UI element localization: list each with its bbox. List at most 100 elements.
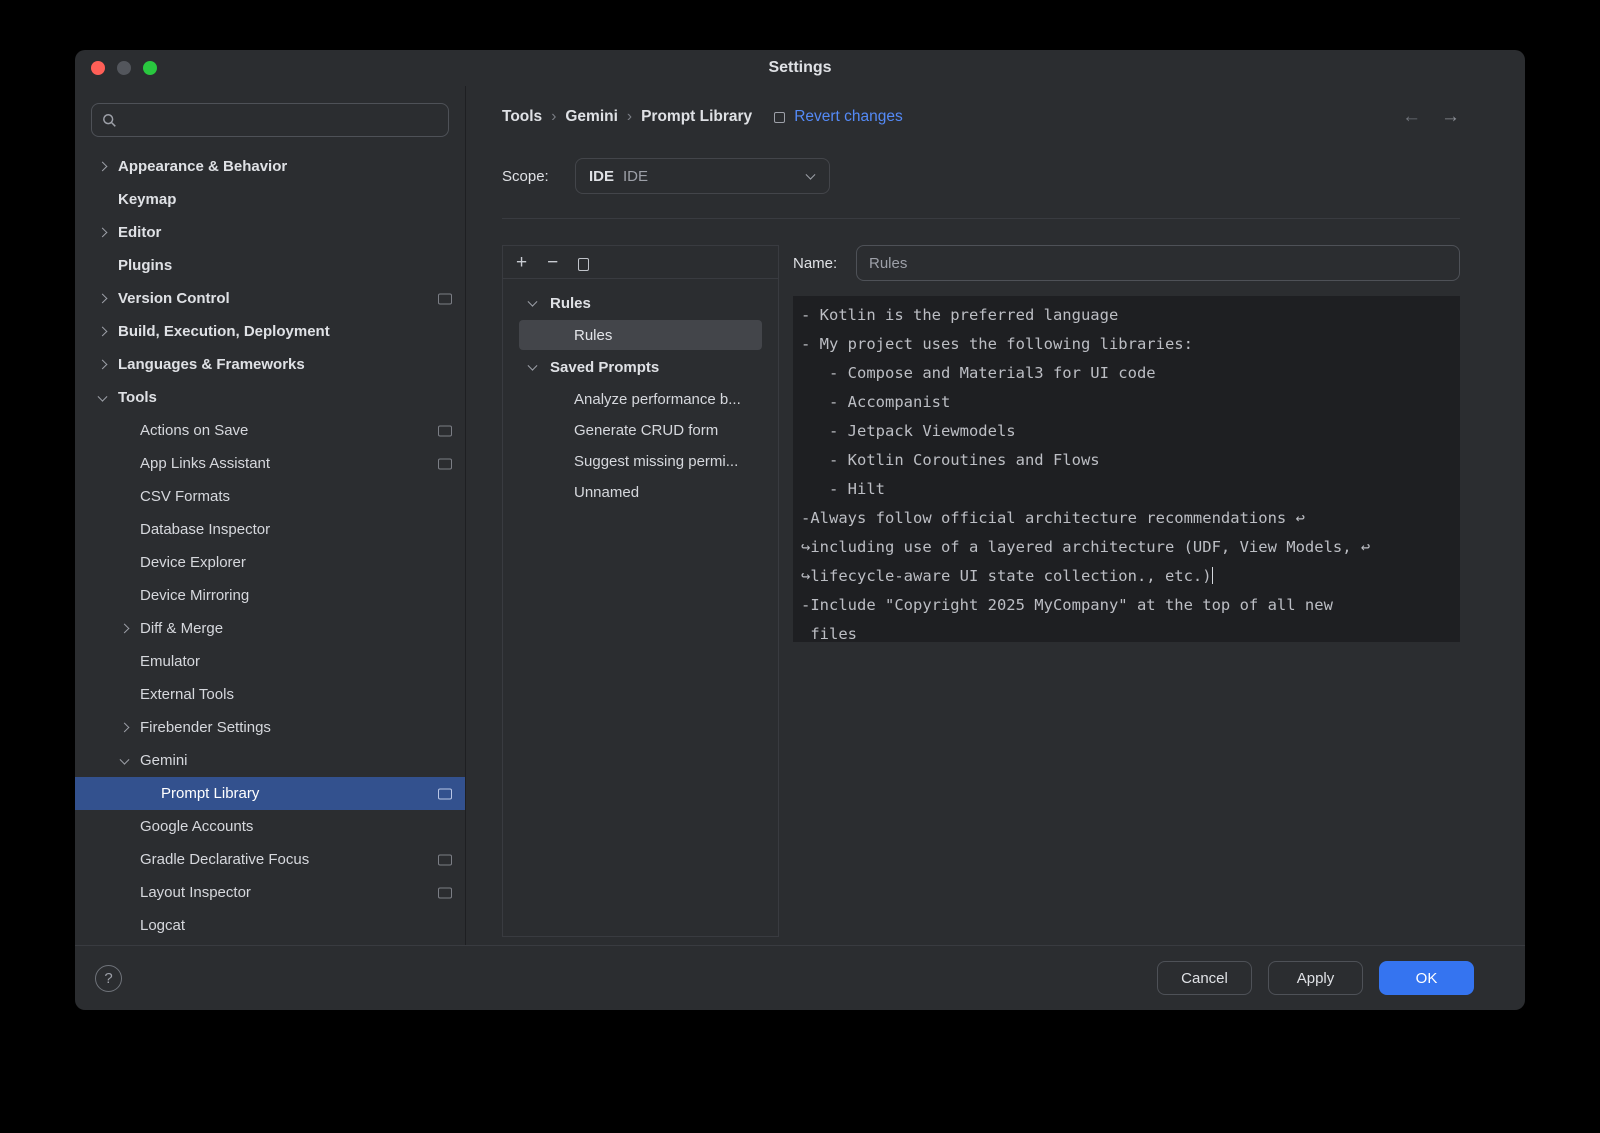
sidebar-item-label: Google Accounts [140,818,253,835]
apply-button[interactable]: Apply [1268,961,1363,995]
sidebar-item-device-explorer[interactable]: Device Explorer [75,546,465,579]
settings-window: Settings Appearance & Behavior Keymap Ed… [75,50,1525,1010]
main-panel: Tools › Gemini › Prompt Library Revert c… [466,86,1525,945]
divider [502,218,1460,219]
chevron-right-icon[interactable] [120,623,130,633]
prompt-text-editor[interactable]: - Kotlin is the preferred language - My … [793,296,1460,642]
ide-scope-icon [438,887,452,898]
prompt-item-suggest-missing-permissions[interactable]: Suggest missing permi... [519,446,762,476]
sidebar-item-languages-frameworks[interactable]: Languages & Frameworks [75,348,465,381]
sidebar-item-appearance-behavior[interactable]: Appearance & Behavior [75,150,465,183]
back-arrow-icon[interactable]: ← [1402,106,1421,128]
editor-line: files [801,620,1452,642]
traffic-lights [91,61,157,75]
chevron-right-icon[interactable] [120,722,130,732]
footer-buttons: Cancel Apply OK [1157,961,1474,995]
sidebar-item-csv-formats[interactable]: CSV Formats [75,480,465,513]
editor-line-text: - Kotlin Coroutines and Flows [801,451,1100,469]
sidebar-item-label: Build, Execution, Deployment [118,323,330,340]
prompt-item-label: Unnamed [574,484,639,501]
chevron-right-icon[interactable] [98,293,108,303]
prompt-item-label: Rules [574,327,612,344]
forward-arrow-icon[interactable]: → [1441,106,1460,128]
sidebar-item-device-mirroring[interactable]: Device Mirroring [75,579,465,612]
sidebar-item-firebender-settings[interactable]: Firebender Settings [75,711,465,744]
cancel-button[interactable]: Cancel [1157,961,1252,995]
chevron-right-icon[interactable] [98,326,108,336]
prompt-item-label: Generate CRUD form [574,422,718,439]
scope-dropdown[interactable]: IDE IDE [575,158,830,194]
zoom-window-button[interactable] [143,61,157,75]
chevron-right-icon[interactable] [98,359,108,369]
breadcrumb-item-prompt-library[interactable]: Prompt Library [641,108,752,126]
chevron-right-icon[interactable] [98,227,108,237]
search-input[interactable] [124,112,438,128]
prompt-item-generate-crud-form[interactable]: Generate CRUD form [519,415,762,445]
add-icon[interactable]: + [516,253,527,272]
sidebar-item-version-control[interactable]: Version Control [75,282,465,315]
editor-line: - Jetpack Viewmodels [801,417,1452,446]
close-window-button[interactable] [91,61,105,75]
sidebar-item-build-execution-deployment[interactable]: Build, Execution, Deployment [75,315,465,348]
prompt-item-analyze-performance[interactable]: Analyze performance b... [519,384,762,414]
revert-changes-link[interactable]: Revert changes [774,108,903,126]
sidebar-item-keymap[interactable]: Keymap [75,183,465,216]
sidebar-item-label: Editor [118,224,161,241]
editor-line: - Accompanist [801,388,1452,417]
chevron-down-icon[interactable] [98,391,108,401]
prompt-group-rules[interactable]: Rules [503,287,778,319]
sidebar-item-gemini[interactable]: Gemini [75,744,465,777]
prompt-item-rules[interactable]: Rules [519,320,762,350]
breadcrumb-item-gemini[interactable]: Gemini [565,108,618,126]
sidebar-item-label: Plugins [118,257,172,274]
sidebar-item-gradle-declarative-focus[interactable]: Gradle Declarative Focus [75,843,465,876]
sidebar-item-logcat[interactable]: Logcat [75,909,465,942]
sidebar-item-plugins[interactable]: Plugins [75,249,465,282]
minimize-window-button[interactable] [117,61,131,75]
sidebar-item-prompt-library[interactable]: Prompt Library [75,777,465,810]
editor-line-text: - Compose and Material3 for UI code [801,364,1156,382]
sidebar-item-tools[interactable]: Tools [75,381,465,414]
breadcrumb-item-tools[interactable]: Tools [502,108,542,126]
editor-line: -Always follow official architecture rec… [801,504,1452,533]
editor-line-text: files [801,625,857,642]
sidebar-item-label: External Tools [140,686,234,703]
chevron-down-icon[interactable] [528,297,538,307]
chevron-down-icon[interactable] [528,361,538,371]
editor-line-text: - Jetpack Viewmodels [801,422,1016,440]
sidebar-item-diff-merge[interactable]: Diff & Merge [75,612,465,645]
editor-line-text: -Always follow official architecture rec… [801,509,1305,527]
revert-changes-label: Revert changes [794,108,903,126]
remove-icon[interactable]: − [547,253,558,272]
sidebar-item-external-tools[interactable]: External Tools [75,678,465,711]
scope-row: Scope: IDE IDE [502,158,1460,194]
sidebar-item-layout-inspector[interactable]: Layout Inspector [75,876,465,909]
editor-line: - Compose and Material3 for UI code [801,359,1452,388]
ok-button[interactable]: OK [1379,961,1474,995]
prompt-item-unnamed[interactable]: Unnamed [519,477,762,507]
settings-search-field[interactable] [91,103,449,137]
editor-line: - Kotlin Coroutines and Flows [801,446,1452,475]
name-input[interactable] [856,245,1460,281]
editor-line-text: ↪including use of a layered architecture… [801,538,1370,556]
sidebar-item-actions-on-save[interactable]: Actions on Save [75,414,465,447]
sidebar-item-google-accounts[interactable]: Google Accounts [75,810,465,843]
sidebar-item-label: Device Mirroring [140,587,249,604]
sidebar-item-editor[interactable]: Editor [75,216,465,249]
editor-line-text: -Include "Copyright 2025 MyCompany" at t… [801,596,1333,614]
sidebar-item-database-inspector[interactable]: Database Inspector [75,513,465,546]
editor-line-text: - My project uses the following librarie… [801,335,1193,353]
chevron-down-icon[interactable] [120,754,130,764]
copy-icon[interactable] [578,258,589,271]
sidebar-item-emulator[interactable]: Emulator [75,645,465,678]
titlebar: Settings [75,50,1525,86]
prompt-group-label: Saved Prompts [550,359,659,376]
sidebar-item-app-links-assistant[interactable]: App Links Assistant [75,447,465,480]
editor-line-text: - Hilt [801,480,885,498]
revert-icon [774,112,785,123]
prompt-group-saved-prompts[interactable]: Saved Prompts [503,351,778,383]
help-button[interactable]: ? [95,965,122,992]
sidebar-item-label: Emulator [140,653,200,670]
chevron-right-icon[interactable] [98,161,108,171]
sidebar-item-label: Appearance & Behavior [118,158,287,175]
